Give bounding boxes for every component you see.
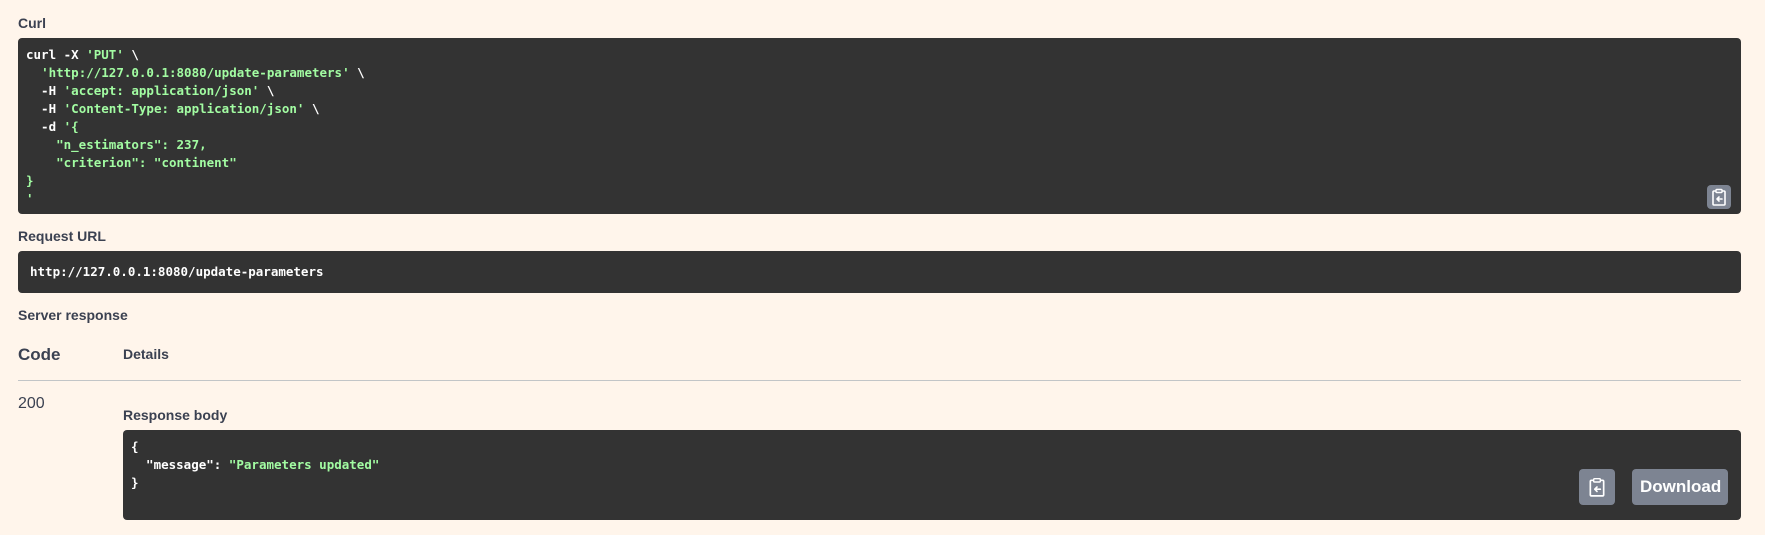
- clipboard-icon: [1712, 188, 1726, 206]
- code-token: 'accept: application/json': [63, 83, 260, 98]
- request-url-block: http://127.0.0.1:8080/update-parameters: [18, 251, 1741, 293]
- code-line: 'http://127.0.0.1:8080/update-parameters…: [26, 64, 1733, 82]
- code-line: -d '{: [26, 118, 1733, 136]
- code-token: -H: [26, 101, 64, 116]
- curl-code: curl -X 'PUT' \ 'http://127.0.0.1:8080/u…: [26, 46, 1733, 208]
- code-column-header: Code: [18, 345, 61, 364]
- code-token: \: [259, 83, 275, 98]
- code-token: 'PUT': [86, 47, 124, 62]
- download-button[interactable]: Download: [1632, 469, 1728, 505]
- server-response-label: Server response: [18, 307, 128, 323]
- copy-response-button[interactable]: [1579, 469, 1615, 505]
- response-code: 200: [18, 395, 45, 412]
- clipboard-icon: [1589, 477, 1605, 497]
- code-line: }: [131, 474, 1733, 492]
- code-token: {: [131, 439, 139, 454]
- response-body-code: { "message": "Parameters updated"}: [131, 438, 1733, 492]
- code-token: "criterion": "continent": [26, 155, 237, 170]
- code-token: -H: [26, 83, 64, 98]
- code-token: "Parameters updated": [228, 457, 380, 472]
- curl-label: Curl: [18, 15, 46, 31]
- response-body-label: Response body: [123, 407, 228, 423]
- code-token: \: [349, 65, 365, 80]
- code-line: -H 'accept: application/json' \: [26, 82, 1733, 100]
- code-line: "message": "Parameters updated": [131, 456, 1733, 474]
- code-line: "criterion": "continent": [26, 154, 1733, 172]
- table-divider: [18, 380, 1741, 381]
- code-line: ': [26, 190, 1733, 208]
- code-token: '{: [63, 119, 79, 134]
- code-line: }: [26, 172, 1733, 190]
- code-line: "n_estimators": 237,: [26, 136, 1733, 154]
- code-token: "n_estimators": 237,: [26, 137, 207, 152]
- code-token: \: [123, 47, 139, 62]
- code-token: ': [26, 191, 34, 206]
- request-url-label: Request URL: [18, 228, 106, 244]
- code-token: -d: [26, 119, 64, 134]
- details-column-header: Details: [123, 346, 169, 362]
- code-line: -H 'Content-Type: application/json' \: [26, 100, 1733, 118]
- curl-code-block: curl -X 'PUT' \ 'http://127.0.0.1:8080/u…: [18, 38, 1741, 214]
- request-url-value: http://127.0.0.1:8080/update-parameters: [30, 264, 324, 279]
- code-token: \: [304, 101, 320, 116]
- copy-curl-button[interactable]: [1707, 185, 1731, 209]
- response-body-block: { "message": "Parameters updated"} Downl…: [123, 430, 1741, 520]
- code-line: curl -X 'PUT' \: [26, 46, 1733, 64]
- code-line: {: [131, 438, 1733, 456]
- code-token: :: [213, 457, 229, 472]
- code-token: }: [131, 475, 139, 490]
- code-token: curl -X: [26, 47, 87, 62]
- code-token: }: [26, 173, 34, 188]
- code-token: 'Content-Type: application/json': [63, 101, 305, 116]
- code-token: 'http://127.0.0.1:8080/update-parameters…: [41, 65, 350, 80]
- code-token: "message": [131, 457, 214, 472]
